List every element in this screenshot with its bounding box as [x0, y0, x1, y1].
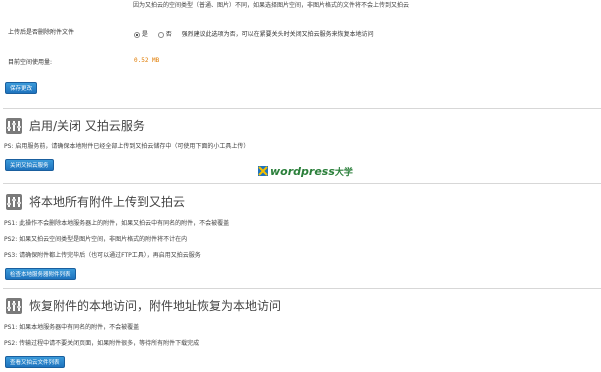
divider: [3, 108, 601, 109]
settings-icon: [6, 194, 22, 210]
delete-no-radio[interactable]: [157, 31, 164, 38]
section-title-upload-local: 将本地所有附件上传到又拍云: [29, 195, 186, 209]
save-changes-button[interactable]: 保存更改: [5, 82, 38, 94]
watermark-suffix: 大学: [334, 168, 353, 178]
delete-yes-label[interactable]: 是: [142, 31, 148, 38]
section-note: PS1: 此操作不会删除本地服务器上的附件，如果又拍云中有同名的附件，不会被覆盖: [4, 220, 230, 227]
section-note: PS3: 请确保附件都上传完毕后（也可以通过FTP工具），再启用又拍云服务: [4, 252, 201, 259]
x-logo-icon: [258, 166, 268, 176]
divider: [3, 288, 601, 289]
delete-no-label[interactable]: 否: [166, 31, 172, 38]
section-note: PS: 启用服务前，请确保本地附件已经全部上传到又拍云储存中（可使用下面的小工具…: [4, 143, 250, 150]
upload-type-note: 因为又拍云的空间类型（普通、图片）不同，如果选择图片空间，非图片格式的文件将不会…: [133, 2, 410, 9]
settings-icon: [6, 118, 22, 134]
section-note: PS1: 如果本地服务器中有同名的附件，不会被覆盖: [4, 324, 140, 331]
usage-value: 0.52 MB: [134, 57, 160, 64]
view-upyun-files-button[interactable]: 查看又拍云文件列表: [5, 356, 65, 368]
section-note: PS2: 传输过程中请不要关闭页面，如果附件很多，等待所有附件下载完成: [4, 340, 200, 347]
check-local-attachments-button[interactable]: 检查本地服务器附件列表: [5, 268, 76, 280]
settings-icon: [6, 298, 22, 314]
wordpress-daxue-watermark: wordpress大学: [258, 165, 353, 178]
section-note: PS2: 如果又拍云空间类型是图片空间，非图片格式的附件将不计在内: [4, 236, 188, 243]
disable-upyun-button[interactable]: 关闭又拍云服务: [5, 159, 54, 171]
usage-label: 目前空间使用量:: [8, 59, 53, 66]
section-title-restore-local: 恢复附件的本地访问，附件地址恢复为本地访问: [29, 299, 282, 313]
watermark-text: wordpress: [270, 165, 335, 178]
delete-yes-radio[interactable]: [134, 31, 140, 38]
delete-option-hint: 强烈建议此选项为否，可以在紧要关头时关闭又拍云服务来恢复本地访问: [181, 31, 374, 38]
delete-option-group: 是 否 强烈建议此选项为否，可以在紧要关头时关闭又拍云服务来恢复本地访问: [134, 29, 374, 38]
section-title-toggle-service: 启用/关闭 又拍云服务: [29, 119, 145, 133]
delete-option-label: 上传后是否删除附件文件: [8, 29, 75, 36]
divider: [3, 183, 601, 184]
